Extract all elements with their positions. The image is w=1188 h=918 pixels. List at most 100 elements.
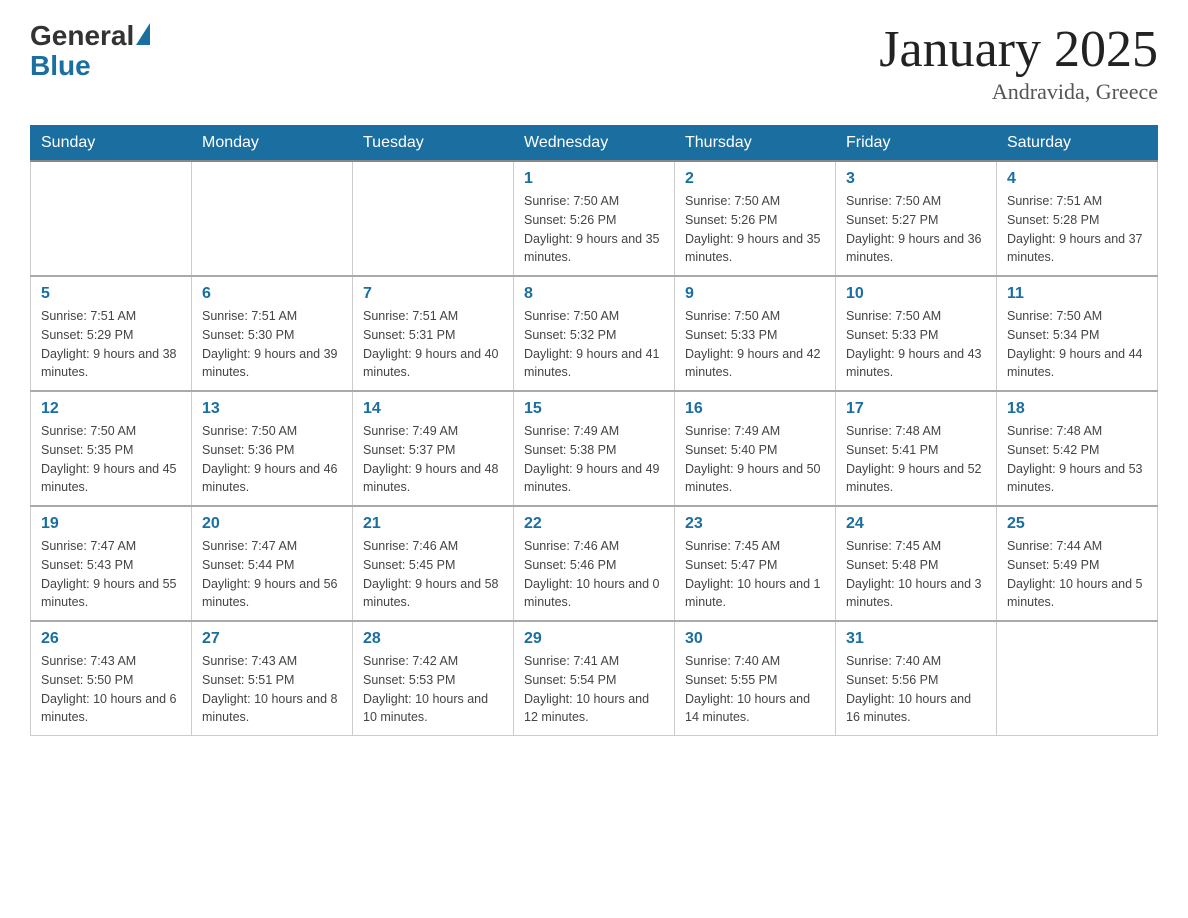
calendar-cell: 28 Sunrise: 7:42 AM Sunset: 5:53 PM Dayli…: [353, 621, 514, 736]
day-number: 8: [524, 285, 664, 303]
day-number: 16: [685, 400, 825, 418]
day-number: 29: [524, 630, 664, 648]
calendar-cell: 15Sunrise: 7:49 AM Sunset: 5:38 PM Dayli…: [514, 391, 675, 506]
day-info: Sunrise: 7:42 AM Sunset: 5:53 PM Dayligh…: [363, 652, 503, 727]
day-number: 4: [1007, 170, 1147, 188]
logo-triangle-icon: [136, 23, 150, 45]
day-info: Sunrise: 7:51 AM Sunset: 5:31 PM Dayligh…: [363, 307, 503, 382]
day-of-week-header: Monday: [192, 126, 353, 162]
day-info: Sunrise: 7:41 AM Sunset: 5:54 PM Dayligh…: [524, 652, 664, 727]
day-info: Sunrise: 7:51 AM Sunset: 5:30 PM Dayligh…: [202, 307, 342, 382]
calendar-cell: 26 Sunrise: 7:43 AM Sunset: 5:50 PM Dayli…: [31, 621, 192, 736]
day-number: 10: [846, 285, 986, 303]
calendar-cell: 25 Sunrise: 7:44 AM Sunset: 5:49 PM Dayli…: [997, 506, 1158, 621]
day-number: 15: [524, 400, 664, 418]
calendar-cell: 7 Sunrise: 7:51 AM Sunset: 5:31 PM Daylig…: [353, 276, 514, 391]
calendar-cell: 6Sunrise: 7:51 AM Sunset: 5:30 PM Daylig…: [192, 276, 353, 391]
day-number: 25: [1007, 515, 1147, 533]
calendar-cell: 5Sunrise: 7:51 AM Sunset: 5:29 PM Daylig…: [31, 276, 192, 391]
day-info: Sunrise: 7:50 AM Sunset: 5:33 PM Dayligh…: [685, 307, 825, 382]
day-info: Sunrise: 7:50 AM Sunset: 5:34 PM Dayligh…: [1007, 307, 1147, 382]
day-info: Sunrise: 7:50 AM Sunset: 5:35 PM Dayligh…: [41, 422, 181, 497]
day-number: 3: [846, 170, 986, 188]
day-info: Sunrise: 7:50 AM Sunset: 5:26 PM Dayligh…: [524, 192, 664, 267]
calendar-cell: 2 Sunrise: 7:50 AM Sunset: 5:26 PM Daylig…: [675, 161, 836, 276]
day-info: Sunrise: 7:50 AM Sunset: 5:27 PM Dayligh…: [846, 192, 986, 267]
calendar-cell: 13Sunrise: 7:50 AM Sunset: 5:36 PM Dayli…: [192, 391, 353, 506]
calendar-cell: 18Sunrise: 7:48 AM Sunset: 5:42 PM Dayli…: [997, 391, 1158, 506]
calendar-week-row: 12 Sunrise: 7:50 AM Sunset: 5:35 PM Dayli…: [31, 391, 1158, 506]
calendar-cell: [31, 161, 192, 276]
day-of-week-header: Tuesday: [353, 126, 514, 162]
day-of-week-header: Saturday: [997, 126, 1158, 162]
calendar-cell: 3 Sunrise: 7:50 AM Sunset: 5:27 PM Daylig…: [836, 161, 997, 276]
calendar-cell: 24Sunrise: 7:45 AM Sunset: 5:48 PM Dayli…: [836, 506, 997, 621]
title-section: January 2025 Andravida, Greece: [879, 20, 1158, 105]
calendar-week-row: 26 Sunrise: 7:43 AM Sunset: 5:50 PM Dayli…: [31, 621, 1158, 736]
day-of-week-header: Sunday: [31, 126, 192, 162]
day-number: 18: [1007, 400, 1147, 418]
calendar-cell: 11 Sunrise: 7:50 AM Sunset: 5:34 PM Dayli…: [997, 276, 1158, 391]
day-number: 26: [41, 630, 181, 648]
day-info: Sunrise: 7:46 AM Sunset: 5:45 PM Dayligh…: [363, 537, 503, 612]
day-number: 11: [1007, 285, 1147, 303]
day-info: Sunrise: 7:40 AM Sunset: 5:56 PM Dayligh…: [846, 652, 986, 727]
calendar-week-row: 1Sunrise: 7:50 AM Sunset: 5:26 PM Daylig…: [31, 161, 1158, 276]
calendar-cell: 4 Sunrise: 7:51 AM Sunset: 5:28 PM Daylig…: [997, 161, 1158, 276]
day-number: 14: [363, 400, 503, 418]
calendar-cell: 22 Sunrise: 7:46 AM Sunset: 5:46 PM Dayli…: [514, 506, 675, 621]
day-number: 22: [524, 515, 664, 533]
day-info: Sunrise: 7:44 AM Sunset: 5:49 PM Dayligh…: [1007, 537, 1147, 612]
day-info: Sunrise: 7:47 AM Sunset: 5:44 PM Dayligh…: [202, 537, 342, 612]
day-info: Sunrise: 7:43 AM Sunset: 5:50 PM Dayligh…: [41, 652, 181, 727]
logo-general-text: General: [30, 20, 134, 52]
calendar-cell: 8 Sunrise: 7:50 AM Sunset: 5:32 PM Daylig…: [514, 276, 675, 391]
calendar-cell: 10 Sunrise: 7:50 AM Sunset: 5:33 PM Dayli…: [836, 276, 997, 391]
calendar-cell: 21 Sunrise: 7:46 AM Sunset: 5:45 PM Dayli…: [353, 506, 514, 621]
day-info: Sunrise: 7:50 AM Sunset: 5:26 PM Dayligh…: [685, 192, 825, 267]
day-number: 23: [685, 515, 825, 533]
calendar-cell: [997, 621, 1158, 736]
day-number: 21: [363, 515, 503, 533]
day-number: 17: [846, 400, 986, 418]
day-number: 30: [685, 630, 825, 648]
calendar-table: SundayMondayTuesdayWednesdayThursdayFrid…: [30, 125, 1158, 736]
calendar-cell: 27 Sunrise: 7:43 AM Sunset: 5:51 PM Dayli…: [192, 621, 353, 736]
calendar-cell: 31 Sunrise: 7:40 AM Sunset: 5:56 PM Dayli…: [836, 621, 997, 736]
day-info: Sunrise: 7:50 AM Sunset: 5:33 PM Dayligh…: [846, 307, 986, 382]
calendar-cell: 9 Sunrise: 7:50 AM Sunset: 5:33 PM Daylig…: [675, 276, 836, 391]
day-info: Sunrise: 7:43 AM Sunset: 5:51 PM Dayligh…: [202, 652, 342, 727]
calendar-cell: 19 Sunrise: 7:47 AM Sunset: 5:43 PM Dayli…: [31, 506, 192, 621]
day-number: 7: [363, 285, 503, 303]
calendar-cell: 20 Sunrise: 7:47 AM Sunset: 5:44 PM Dayli…: [192, 506, 353, 621]
calendar-week-row: 19 Sunrise: 7:47 AM Sunset: 5:43 PM Dayli…: [31, 506, 1158, 621]
calendar-week-row: 5Sunrise: 7:51 AM Sunset: 5:29 PM Daylig…: [31, 276, 1158, 391]
day-number: 13: [202, 400, 342, 418]
day-info: Sunrise: 7:51 AM Sunset: 5:28 PM Dayligh…: [1007, 192, 1147, 267]
day-info: Sunrise: 7:49 AM Sunset: 5:40 PM Dayligh…: [685, 422, 825, 497]
day-number: 19: [41, 515, 181, 533]
day-info: Sunrise: 7:47 AM Sunset: 5:43 PM Dayligh…: [41, 537, 181, 612]
day-number: 31: [846, 630, 986, 648]
day-number: 9: [685, 285, 825, 303]
day-number: 2: [685, 170, 825, 188]
day-of-week-header: Wednesday: [514, 126, 675, 162]
day-number: 27: [202, 630, 342, 648]
calendar-cell: [192, 161, 353, 276]
calendar-cell: 30 Sunrise: 7:40 AM Sunset: 5:55 PM Dayli…: [675, 621, 836, 736]
day-info: Sunrise: 7:40 AM Sunset: 5:55 PM Dayligh…: [685, 652, 825, 727]
day-info: Sunrise: 7:48 AM Sunset: 5:41 PM Dayligh…: [846, 422, 986, 497]
day-info: Sunrise: 7:50 AM Sunset: 5:32 PM Dayligh…: [524, 307, 664, 382]
calendar-cell: 1Sunrise: 7:50 AM Sunset: 5:26 PM Daylig…: [514, 161, 675, 276]
day-of-week-header: Thursday: [675, 126, 836, 162]
day-number: 20: [202, 515, 342, 533]
day-of-week-header: Friday: [836, 126, 997, 162]
calendar-header-row: SundayMondayTuesdayWednesdayThursdayFrid…: [31, 126, 1158, 162]
day-number: 28: [363, 630, 503, 648]
day-number: 5: [41, 285, 181, 303]
day-number: 12: [41, 400, 181, 418]
calendar-cell: 29 Sunrise: 7:41 AM Sunset: 5:54 PM Dayli…: [514, 621, 675, 736]
day-info: Sunrise: 7:46 AM Sunset: 5:46 PM Dayligh…: [524, 537, 664, 612]
page-header: General Blue January 2025 Andravida, Gre…: [30, 20, 1158, 105]
day-number: 24: [846, 515, 986, 533]
